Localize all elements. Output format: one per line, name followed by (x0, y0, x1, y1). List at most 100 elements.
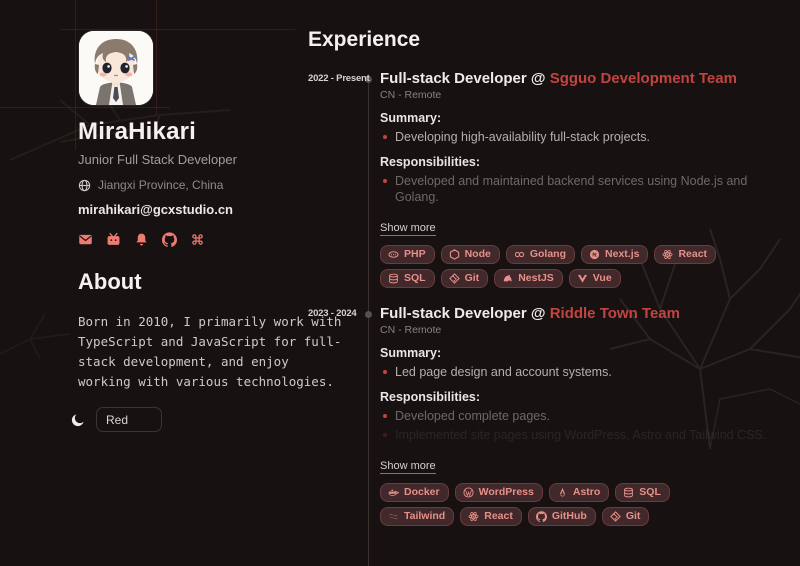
docker-icon (388, 487, 399, 498)
nestjs-icon (502, 273, 513, 284)
tag-node[interactable]: Node (441, 245, 500, 264)
profile-name: MiraHikari (78, 118, 318, 146)
experience-entry: 2022 - Present Full-stack Developer @ Sg… (308, 69, 794, 288)
entry-role: Full-stack Developer @ (380, 305, 550, 322)
golang-icon (514, 249, 525, 260)
theme-select[interactable]: Red (96, 407, 162, 432)
tag-label: WordPress (479, 486, 534, 498)
summary-list: Developing high-availability full-stack … (380, 129, 794, 145)
tag-vue[interactable]: Vue (569, 269, 621, 288)
moon-icon[interactable] (70, 412, 86, 428)
php-icon (388, 249, 399, 260)
summary-label: Summary: (380, 111, 794, 125)
tag-label: React (678, 248, 707, 260)
entry-period: 2022 - Present (308, 73, 364, 84)
summary-list: Led page design and account systems. (380, 364, 794, 380)
tailwind-icon (388, 511, 399, 522)
sql-icon (623, 487, 634, 498)
tag-label: Astro (573, 486, 600, 498)
git-icon (449, 273, 460, 284)
tag-label: Git (465, 272, 480, 284)
tag-git[interactable]: Git (602, 507, 650, 526)
about-heading: About (78, 269, 318, 295)
social-links (78, 232, 318, 247)
bullet-item: Implemented site pages using WordPress, … (380, 427, 794, 443)
bullet-item: Developed and maintained backend service… (380, 173, 794, 205)
tag-sql[interactable]: SQL (615, 483, 670, 502)
tag-list: PHP Node Golang Next.js React SQL Git NestJS Vue (380, 245, 732, 288)
location-row: Jiangxi Province, China (78, 178, 318, 192)
entry-location: CN - Remote (380, 89, 794, 101)
tag-label: Git (626, 510, 641, 522)
entry-company-link[interactable]: Sgguo Development Team (550, 70, 737, 87)
mail-icon[interactable] (78, 232, 93, 247)
responsibilities-list: Developed and maintained backend service… (380, 173, 794, 205)
summary-label: Summary: (380, 346, 794, 360)
tag-git[interactable]: Git (441, 269, 489, 288)
email-link[interactable]: mirahikari@gcxstudio.cn (78, 202, 233, 217)
experience-timeline: 2022 - Present Full-stack Developer @ Sg… (308, 69, 794, 526)
tag-label: PHP (404, 248, 426, 260)
entry-location: CN - Remote (380, 324, 794, 336)
tag-label: Next.js (605, 248, 639, 260)
globe-icon (78, 179, 91, 192)
tag-label: SQL (404, 272, 426, 284)
tag-label: React (484, 510, 513, 522)
show-more-label: Show more (380, 222, 436, 236)
tag-golang[interactable]: Golang (506, 245, 575, 264)
git-icon (610, 511, 621, 522)
experience-entry: 2023 - 2024 Full-stack Developer @ Riddl… (308, 304, 794, 526)
profile-sidebar: MiraHikari Junior Full Stack Developer J… (78, 30, 318, 432)
tag-label: SQL (639, 486, 661, 498)
guide-line (75, 0, 76, 150)
profile-title: Junior Full Stack Developer (78, 152, 318, 167)
entry-period: 2023 - 2024 (308, 308, 364, 319)
vue-icon (577, 273, 588, 284)
tag-label: GitHub (552, 510, 587, 522)
tag-php[interactable]: PHP (380, 245, 435, 264)
tag-nestjs[interactable]: NestJS (494, 269, 563, 288)
responsibilities-list: Developed complete pages. Implemented sit… (380, 408, 794, 443)
show-more-label: Show more (380, 460, 436, 474)
node-icon (449, 249, 460, 260)
bullet-item: Led page design and account systems. (380, 364, 794, 380)
github-icon (536, 511, 547, 522)
show-more-button[interactable]: Show more (380, 460, 443, 474)
tag-list: Docker WordPress Astro SQL Tailwind React GitH… (380, 483, 732, 526)
branch-decoration (0, 299, 80, 379)
notifications-icon[interactable] (134, 232, 149, 247)
timeline-dot (365, 311, 372, 318)
astro-icon (557, 487, 568, 498)
sql-icon (388, 273, 399, 284)
experience-section: Experience 2022 - Present Full-stack Dev… (308, 28, 794, 526)
avatar (78, 30, 154, 106)
nextjs-icon (589, 249, 600, 260)
tag-github[interactable]: GitHub (528, 507, 596, 526)
tag-label: Tailwind (404, 510, 445, 522)
wordpress-icon (463, 487, 474, 498)
entry-role: Full-stack Developer @ (380, 70, 550, 87)
entry-company-link[interactable]: Riddle Town Team (550, 305, 680, 322)
tag-docker[interactable]: Docker (380, 483, 449, 502)
tag-label: Golang (530, 248, 566, 260)
github-icon[interactable] (162, 232, 177, 247)
about-text: Born in 2010, I primarily work with Type… (78, 312, 344, 392)
tag-astro[interactable]: Astro (549, 483, 609, 502)
tag-react[interactable]: React (654, 245, 716, 264)
theme-row: Red (70, 407, 318, 432)
bullet-item: Developed complete pages. (380, 408, 794, 424)
bullet-item: Developing high-availability full-stack … (380, 129, 794, 145)
tag-wordpress[interactable]: WordPress (455, 483, 543, 502)
tag-react[interactable]: React (460, 507, 522, 526)
command-icon[interactable] (190, 232, 205, 247)
react-icon (468, 511, 479, 522)
tag-tailwind[interactable]: Tailwind (380, 507, 454, 526)
tag-label: Vue (593, 272, 612, 284)
bilibili-icon[interactable] (106, 232, 121, 247)
show-more-button[interactable]: Show more (380, 222, 443, 236)
location-text: Jiangxi Province, China (98, 178, 223, 192)
tag-sql[interactable]: SQL (380, 269, 435, 288)
responsibilities-label: Responsibilities: (380, 155, 794, 169)
experience-heading: Experience (308, 28, 794, 52)
tag-next-js[interactable]: Next.js (581, 245, 648, 264)
